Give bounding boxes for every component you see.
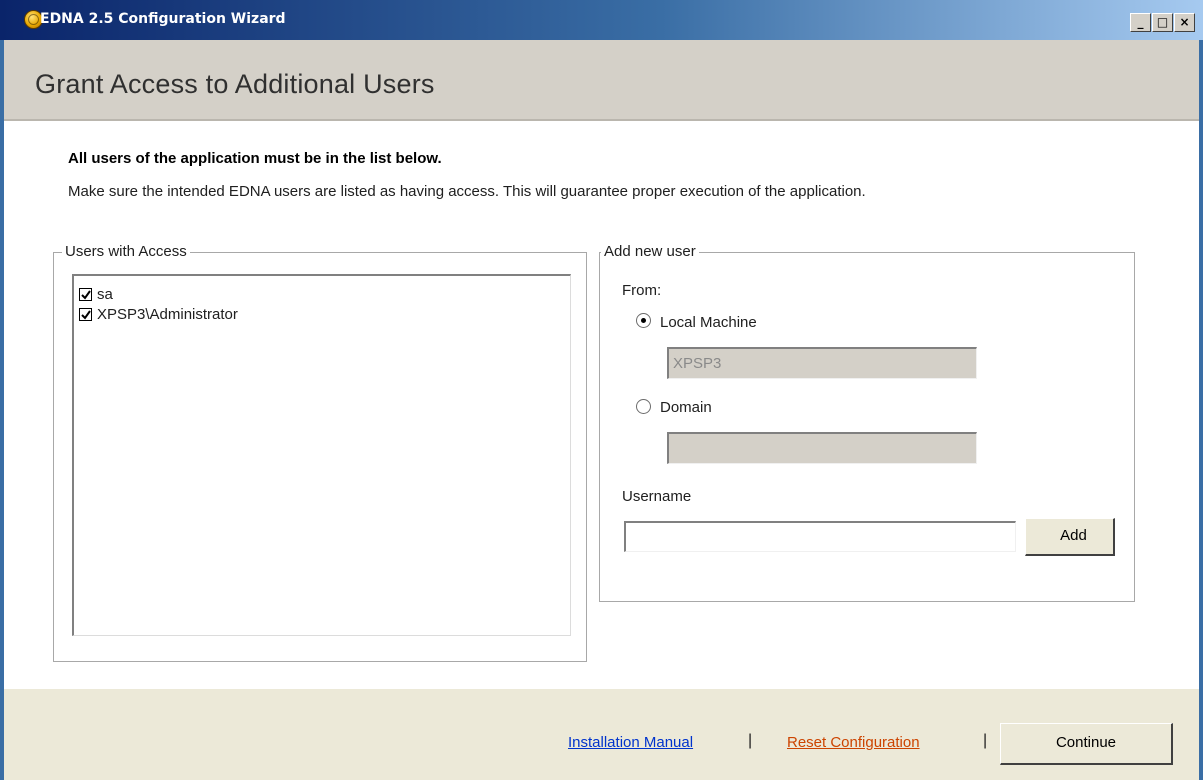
username-input[interactable] xyxy=(624,521,1016,552)
reset-configuration-link[interactable]: Reset Configuration xyxy=(787,734,920,751)
window-title: EDNA 2.5 Configuration Wizard xyxy=(40,11,286,27)
user-checkbox[interactable] xyxy=(79,288,92,301)
local-machine-radio[interactable] xyxy=(636,313,651,328)
page-title: Grant Access to Additional Users xyxy=(35,69,435,99)
local-machine-label[interactable]: Local Machine xyxy=(660,314,757,331)
header-divider xyxy=(0,119,1203,121)
footer-separator: | xyxy=(748,732,753,749)
installation-manual-link[interactable]: Installation Manual xyxy=(568,734,693,751)
checkmark-icon xyxy=(81,310,91,320)
users-with-access-legend: Users with Access xyxy=(62,243,190,260)
close-button[interactable]: × xyxy=(1174,13,1195,32)
user-name: sa xyxy=(97,286,113,303)
maximize-button[interactable]: □ xyxy=(1152,13,1173,32)
intro-description: Make sure the intended EDNA users are li… xyxy=(68,183,866,200)
domain-label[interactable]: Domain xyxy=(660,399,712,416)
domain-field xyxy=(667,432,977,464)
continue-button[interactable]: Continue xyxy=(1000,723,1173,765)
title-bar[interactable]: EDNA 2.5 Configuration Wizard _ □ × xyxy=(0,0,1203,40)
add-new-user-legend: Add new user xyxy=(601,243,699,260)
from-label: From: xyxy=(622,282,662,299)
domain-radio[interactable] xyxy=(636,399,651,414)
username-label: Username xyxy=(622,488,692,505)
user-checkbox[interactable] xyxy=(79,308,92,321)
local-machine-field xyxy=(667,347,977,379)
page-header: Grant Access to Additional Users xyxy=(0,40,1203,119)
radio-selected-dot xyxy=(641,318,646,323)
window-frame-right xyxy=(1199,40,1203,780)
window-frame-left xyxy=(0,40,4,780)
user-name: XPSP3\Administrator xyxy=(97,306,238,323)
intro-heading: All users of the application must be in … xyxy=(68,150,442,167)
users-list[interactable]: sa XPSP3\Administrator xyxy=(72,274,571,636)
checkmark-icon xyxy=(81,290,91,300)
minimize-button[interactable]: _ xyxy=(1130,13,1151,32)
add-user-button[interactable]: Add xyxy=(1025,518,1115,556)
footer-separator: | xyxy=(983,732,988,749)
